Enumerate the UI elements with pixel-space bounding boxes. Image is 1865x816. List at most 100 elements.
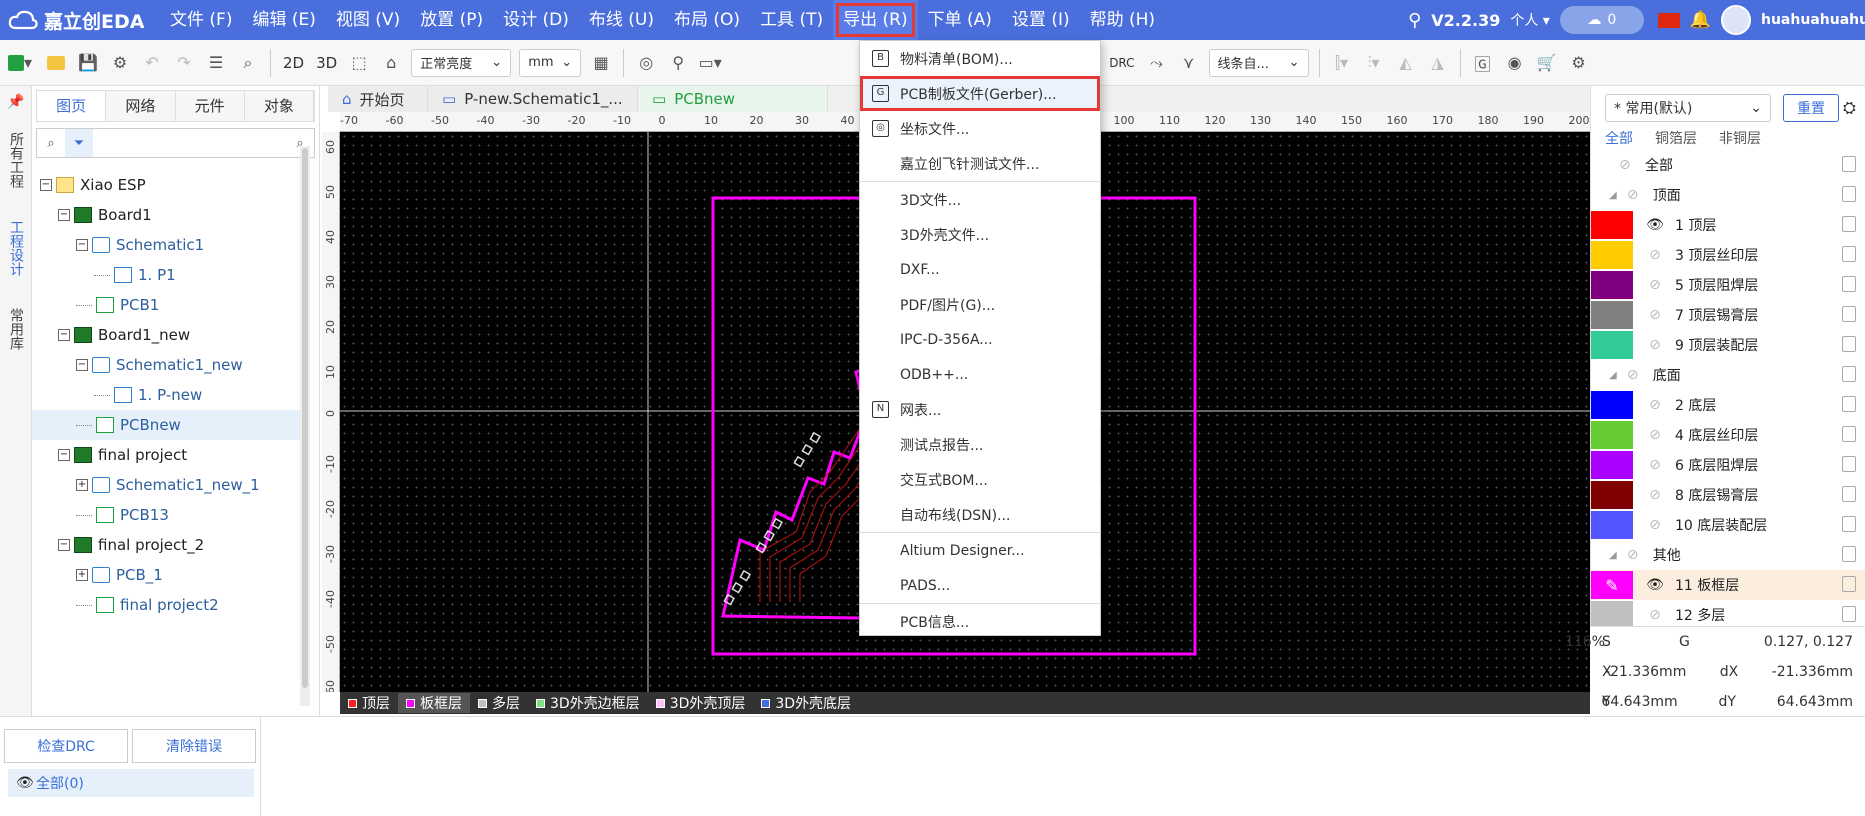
export-menu-item[interactable]: ◎ 坐标文件... xyxy=(860,111,1100,146)
expand-toggle-icon[interactable]: + xyxy=(76,569,88,581)
menu-6[interactable]: 布局 (O) xyxy=(664,0,750,40)
menu-1[interactable]: 编辑 (E) xyxy=(242,0,325,40)
filter-icon[interactable]: ⏷ xyxy=(65,129,93,157)
menu-4[interactable]: 设计 (D) xyxy=(493,0,579,40)
layer-row[interactable]: 👁 1 顶层 xyxy=(1591,210,1865,240)
lock-icon[interactable] xyxy=(1842,186,1856,202)
panel-tab-0[interactable]: 图页 xyxy=(37,91,107,121)
eye-hidden-icon[interactable]: ⊘ xyxy=(1623,367,1643,383)
layer-row[interactable]: ⊘ 2 底层 xyxy=(1591,390,1865,420)
menu-0[interactable]: 文件 (F) xyxy=(160,0,242,40)
order-icon[interactable]: 🛒 xyxy=(1531,47,1563,79)
doc-tab-1[interactable]: ▭ P-new.Schematic1_... xyxy=(428,86,638,112)
list-icon[interactable]: ☰ xyxy=(200,47,232,79)
flip-h-icon[interactable]: ◭ xyxy=(1390,47,1422,79)
tree-node[interactable]: final project2 xyxy=(32,590,302,620)
tree-node[interactable]: PCB1 xyxy=(32,290,302,320)
layer-settings-icon[interactable]: ⛭ xyxy=(1843,98,1856,118)
collapse-toggle-icon[interactable]: − xyxy=(58,449,70,461)
cloud-sync-button[interactable]: ☁ 0 xyxy=(1559,6,1644,34)
tree-node[interactable]: − final project xyxy=(32,440,302,470)
layer-chip[interactable]: 3D外壳底层 xyxy=(753,693,859,713)
username[interactable]: huahuahuahuali xyxy=(1761,12,1865,28)
tree-node[interactable]: 1. P1 xyxy=(32,260,302,290)
reset-button[interactable]: 重置 xyxy=(1783,94,1839,122)
menu-8[interactable]: 导出 (R) xyxy=(833,0,918,40)
drc-all-filter[interactable]: 👁 全部(0) xyxy=(8,769,254,797)
collapse-toggle-icon[interactable]: − xyxy=(58,209,70,221)
layer-filter-tab-1[interactable]: 铜箔层 xyxy=(1655,128,1697,148)
lock-icon[interactable] xyxy=(1842,456,1856,472)
export-menu-item[interactable]: 交互式BOM... xyxy=(860,462,1100,497)
tree-node[interactable]: + Schematic1_new_1 xyxy=(32,470,302,500)
layer-chip[interactable]: 3D外壳边框层 xyxy=(528,693,648,713)
export-menu-item[interactable]: IPC-D-356A... xyxy=(860,322,1100,357)
drc-button[interactable]: DRC xyxy=(1103,56,1140,70)
brightness-select[interactable]: 正常亮度 ⌄ xyxy=(411,48,512,77)
eye-hidden-icon[interactable]: ⊘ xyxy=(1645,307,1665,323)
eye-hidden-icon[interactable]: ⊘ xyxy=(1623,187,1643,203)
lock-icon[interactable] xyxy=(1842,336,1856,352)
pin-icon[interactable]: ⚲ xyxy=(662,47,694,79)
redo-icon[interactable]: ↷ xyxy=(168,47,200,79)
eye-hidden-icon[interactable]: ⊘ xyxy=(1615,157,1635,173)
layer-row[interactable]: ◢ ⊘ 底面 xyxy=(1591,360,1865,390)
undo-icon[interactable]: ↶ xyxy=(136,47,168,79)
layer-preset-select[interactable]: * 常用(默认) ⌄ xyxy=(1605,94,1771,122)
lock-icon[interactable] xyxy=(1842,306,1856,322)
tree-node[interactable]: − Board1_new xyxy=(32,320,302,350)
panel-tab-2[interactable]: 元件 xyxy=(175,91,245,121)
diff-pair-icon[interactable]: ⋎ xyxy=(1173,47,1205,79)
tree-node[interactable]: 1. P-new xyxy=(32,380,302,410)
collapse-toggle-icon[interactable]: − xyxy=(58,539,70,551)
eye-hidden-icon[interactable]: ⊘ xyxy=(1645,277,1665,293)
layer-chip[interactable]: 顶层 xyxy=(340,693,398,713)
menu-2[interactable]: 视图 (V) xyxy=(326,0,410,40)
eye-icon[interactable]: 👁 xyxy=(1645,217,1665,233)
layer-row[interactable]: ⊘ 4 底层丝印层 xyxy=(1591,420,1865,450)
eye-icon[interactable]: 👁 xyxy=(1645,577,1665,593)
layer-color-swatch[interactable] xyxy=(1591,271,1633,299)
doc-tab-2[interactable]: ▭ PCBnew xyxy=(638,86,828,112)
grid-icon[interactable]: ▦ xyxy=(585,47,617,79)
open-folder-icon[interactable] xyxy=(40,47,72,79)
tree-node[interactable]: − final project_2 xyxy=(32,530,302,560)
layer-color-swatch[interactable] xyxy=(1591,301,1633,329)
layer-row[interactable]: ⊘ 全部 xyxy=(1591,150,1865,180)
layer-row[interactable]: ◢ ⊘ 其他 xyxy=(1591,540,1865,570)
layer-row[interactable]: ⊘ 7 顶层锡膏层 xyxy=(1591,300,1865,330)
line-mode-select[interactable]: 线条自... ⌄ xyxy=(1208,48,1309,77)
avatar[interactable] xyxy=(1721,5,1751,35)
coordinate-export-icon[interactable]: ◉ xyxy=(1499,47,1531,79)
align-icon[interactable]: ⫿▾ xyxy=(1326,47,1358,79)
eye-hidden-icon[interactable]: ⊘ xyxy=(1645,457,1665,473)
lock-icon[interactable] xyxy=(1842,516,1856,532)
panel-tab-1[interactable]: 网络 xyxy=(106,91,176,121)
doc-tab-0[interactable]: ⌂ 开始页 xyxy=(328,86,428,112)
search-icon[interactable]: ⚲ xyxy=(1408,10,1421,31)
eye-hidden-icon[interactable]: ⊘ xyxy=(1645,517,1665,533)
vtab-0[interactable]: 所有工程 xyxy=(0,128,32,192)
layer-color-swatch[interactable] xyxy=(1591,211,1633,239)
lock-icon[interactable] xyxy=(1842,486,1856,502)
lock-icon[interactable] xyxy=(1842,546,1856,562)
layer-chip[interactable]: 3D外壳顶层 xyxy=(648,693,754,713)
view-3d-button[interactable]: 3D xyxy=(310,54,343,72)
layer-color-swatch[interactable] xyxy=(1591,241,1633,269)
layer-color-swatch[interactable] xyxy=(1591,421,1633,449)
clear-errors-button[interactable]: 清除错误 xyxy=(132,729,256,763)
layer-row[interactable]: ✎ 👁 11 板框层 xyxy=(1591,570,1865,600)
export-menu-item[interactable]: G PCB制板文件(Gerber)... xyxy=(860,76,1100,111)
lock-icon[interactable] xyxy=(1842,216,1856,232)
notification-bell-icon[interactable]: 🔔 xyxy=(1690,10,1711,30)
tree-node[interactable]: − Schematic1 xyxy=(32,230,302,260)
export-menu-item[interactable]: N 网表... xyxy=(860,392,1100,427)
layer-row[interactable]: ◢ ⊘ 顶面 xyxy=(1591,180,1865,210)
export-menu-item[interactable]: 自动布线(DSN)... xyxy=(860,497,1100,532)
menu-11[interactable]: 帮助 (H) xyxy=(1080,0,1165,40)
collapse-toggle-icon[interactable]: − xyxy=(76,239,88,251)
eye-hidden-icon[interactable]: ⊘ xyxy=(1645,247,1665,263)
export-menu-item[interactable]: PDF/图片(G)... xyxy=(860,287,1100,322)
layer-row[interactable]: ⊘ 3 顶层丝印层 xyxy=(1591,240,1865,270)
layer-color-swatch[interactable] xyxy=(1591,601,1633,629)
